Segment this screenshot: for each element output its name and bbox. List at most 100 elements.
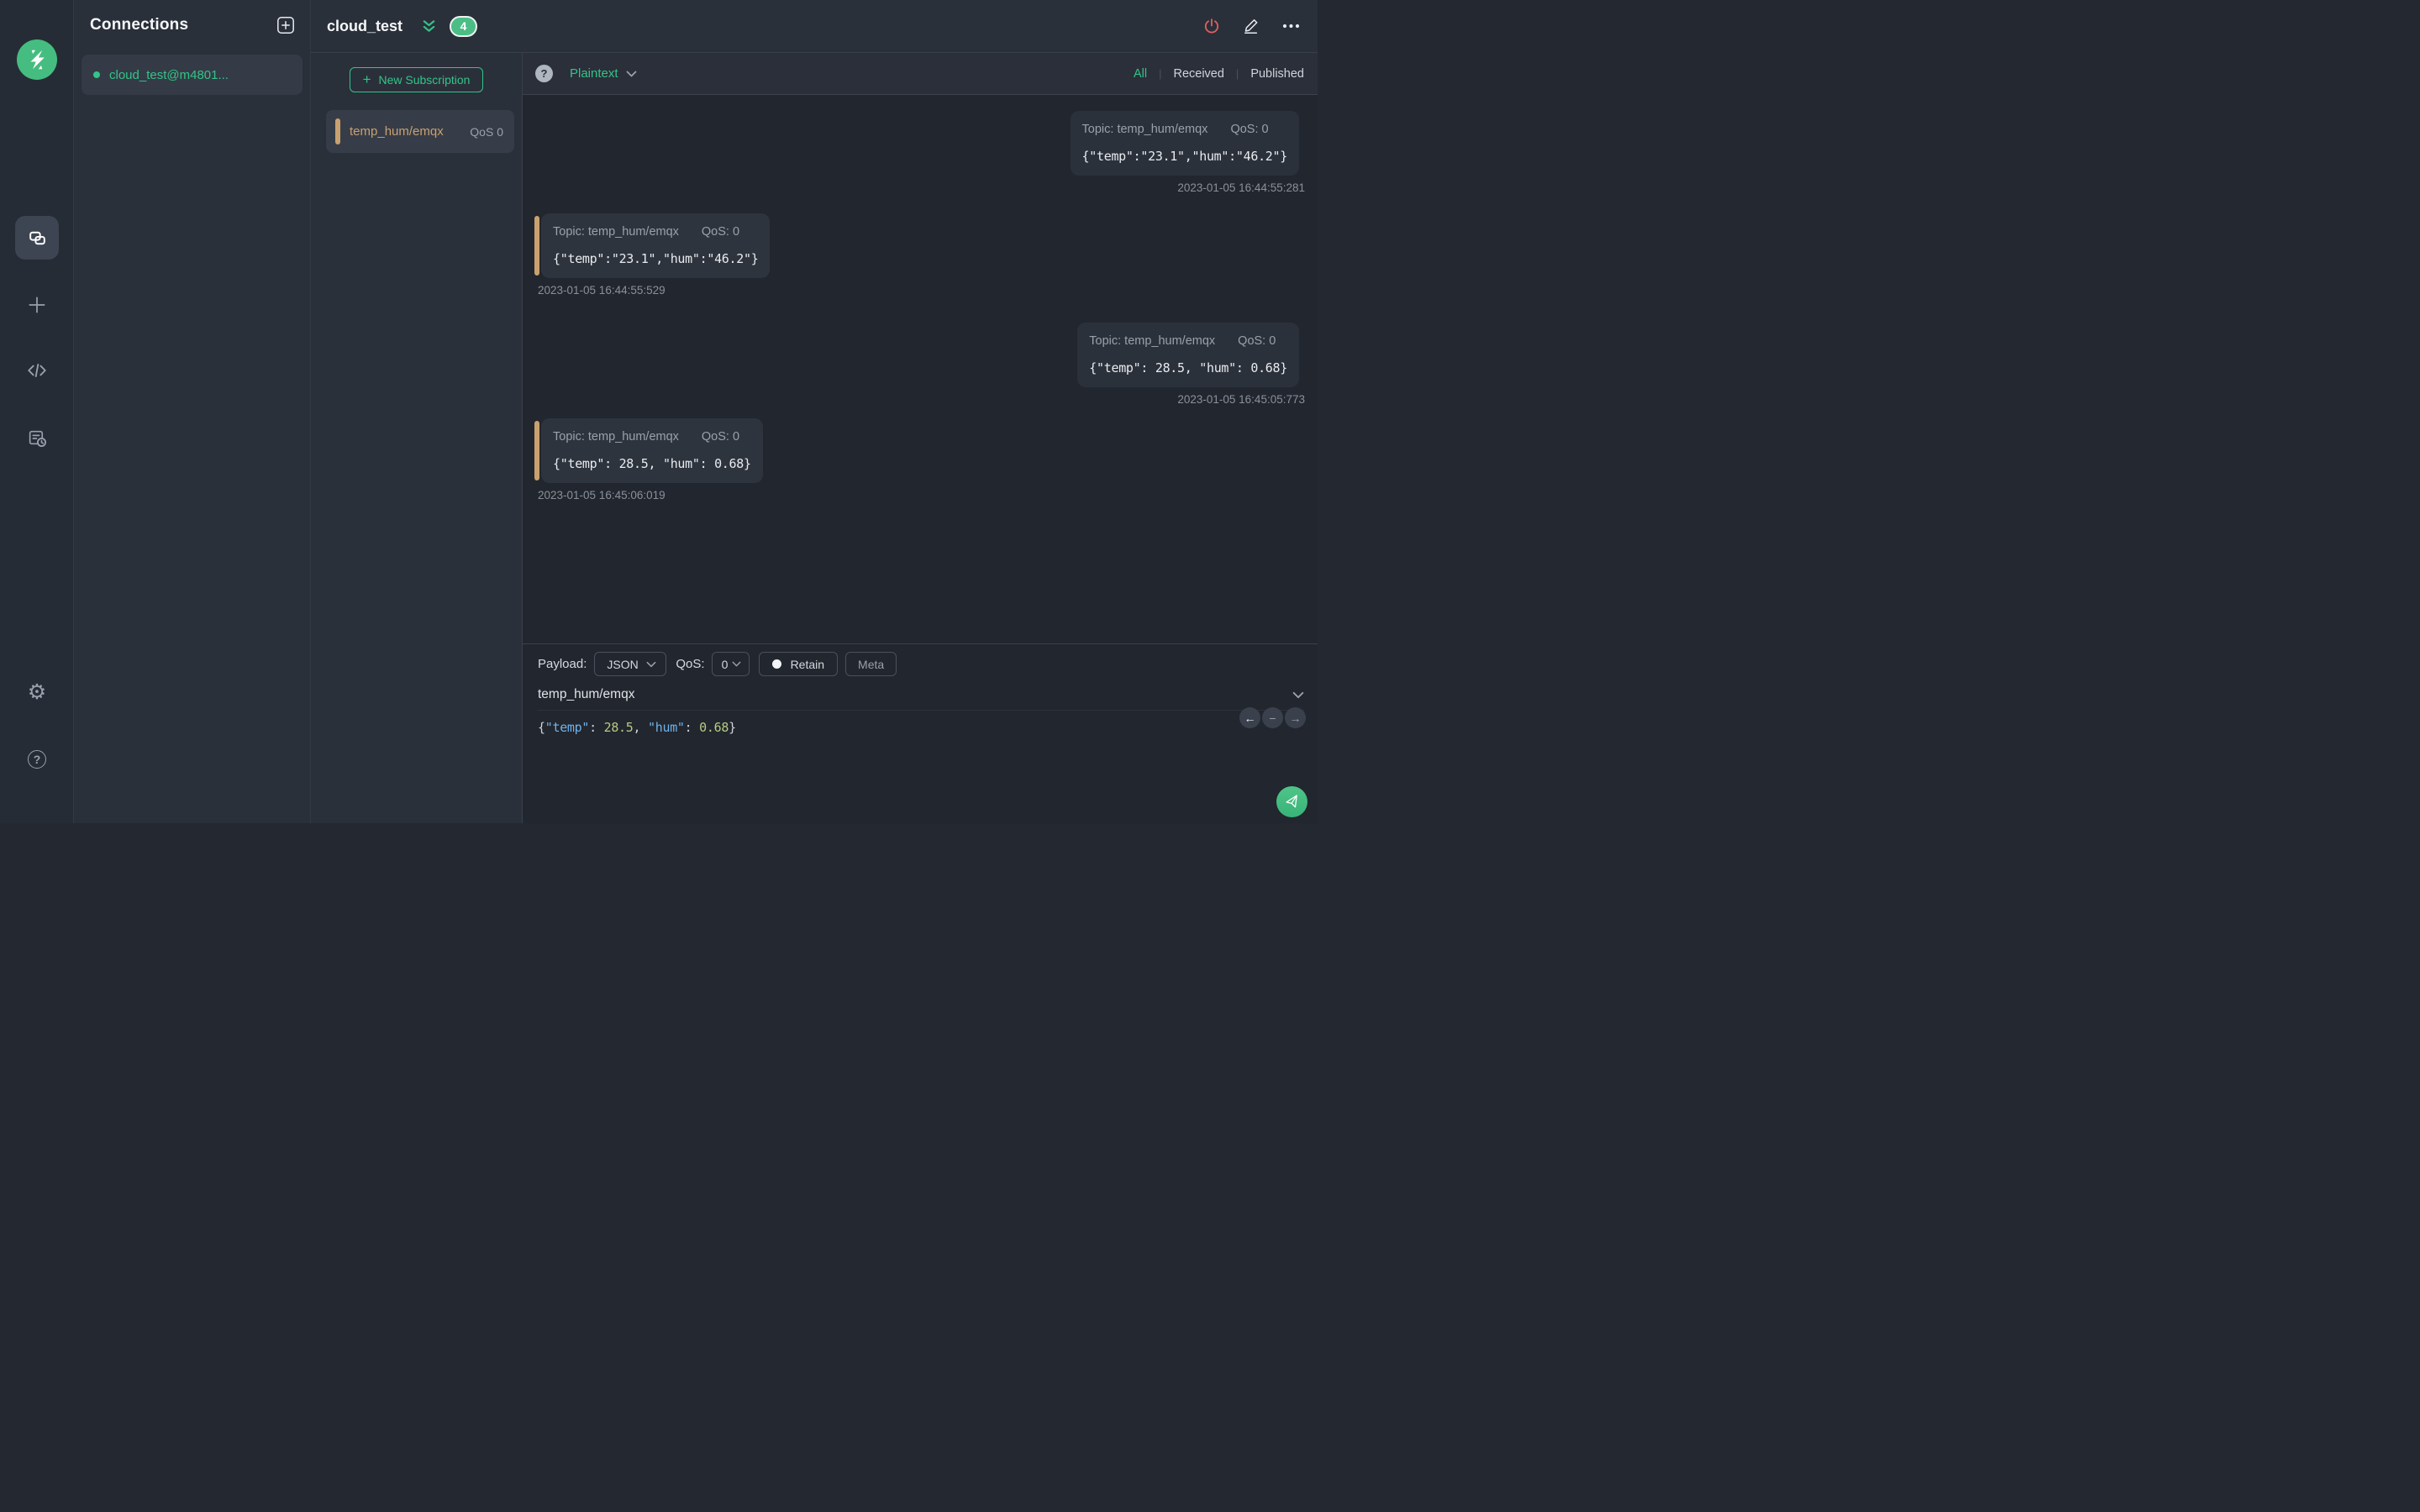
message-format-select[interactable]: Plaintext	[570, 66, 637, 81]
subscriptions-panel: + New Subscription temp_hum/emqx QoS 0	[311, 53, 523, 823]
gear-icon: ⚙	[27, 680, 47, 704]
messages-toolbar: ? Plaintext All | Received | Published	[523, 53, 1318, 95]
payload-format-value: JSON	[607, 657, 639, 671]
meta-label: Meta	[858, 657, 885, 671]
message-card[interactable]: Topic: temp_hum/emqx QoS: 0 {"temp":"23.…	[541, 213, 771, 278]
message-qos: QoS: 0	[1230, 123, 1269, 136]
message-timestamp: 2023-01-05 16:45:06:019	[538, 489, 666, 501]
sidebar-item-settings[interactable]: ⚙	[15, 670, 59, 714]
connection-status-dot	[93, 71, 100, 78]
message-card[interactable]: Topic: temp_hum/emqx QoS: 0 {"temp": 28.…	[1077, 323, 1299, 387]
publish-topic-row: temp_hum/emqx	[538, 687, 1304, 711]
message-topic: Topic: temp_hum/emqx	[1089, 334, 1216, 348]
message-history-nav: ← − →	[1239, 707, 1306, 728]
json-token: 0.68	[699, 720, 729, 735]
message-count-badge: 4	[450, 15, 478, 37]
json-token: }	[729, 720, 736, 735]
subscription-color-bar	[534, 421, 539, 480]
history-clear-button[interactable]: −	[1262, 707, 1283, 728]
message-qos: QoS: 0	[1238, 334, 1276, 348]
filter-received[interactable]: Received	[1173, 67, 1223, 81]
message-payload: {"temp": 28.5, "hum": 0.68}	[553, 456, 751, 471]
sidebar-item-help[interactable]: ?	[15, 738, 59, 781]
double-chevron-down-icon	[423, 19, 435, 32]
message-group-received: Topic: temp_hum/emqx QoS: 0 {"temp":"23.…	[534, 213, 771, 297]
message-group-published: Topic: temp_hum/emqx QoS: 0 {"temp": 28.…	[1077, 323, 1305, 406]
json-token: :	[589, 720, 604, 735]
message-topic: Topic: temp_hum/emqx	[553, 225, 679, 239]
connection-header-bar: cloud_test 4	[311, 0, 1318, 53]
add-connection-button[interactable]	[276, 16, 295, 34]
message-topic: Topic: temp_hum/emqx	[553, 430, 679, 444]
send-button[interactable]	[1276, 786, 1307, 817]
message-card[interactable]: Topic: temp_hum/emqx QoS: 0 {"temp":"23.…	[1070, 111, 1299, 176]
publish-panel: Payload: JSON QoS: 0 Retain Meta temp_hu…	[523, 643, 1318, 823]
payload-format-label: Payload:	[538, 657, 587, 671]
connection-title: cloud_test	[327, 17, 403, 34]
filter-published[interactable]: Published	[1250, 67, 1304, 81]
sidebar-item-connections[interactable]	[15, 216, 59, 260]
edit-connection-button[interactable]	[1243, 18, 1260, 34]
publish-controls: Payload: JSON QoS: 0 Retain Meta	[538, 652, 1305, 676]
connection-name: cloud_test@m4801...	[109, 67, 229, 82]
history-prev-button[interactable]: ←	[1239, 707, 1260, 728]
message-topic: Topic: temp_hum/emqx	[1081, 123, 1208, 136]
more-options-button[interactable]	[1282, 24, 1300, 29]
filter-all[interactable]: All	[1134, 67, 1147, 81]
collapse-editor-button[interactable]	[1292, 691, 1304, 699]
subscription-list-item[interactable]: temp_hum/emqx QoS 0	[326, 110, 514, 153]
subscription-color-bar	[335, 118, 340, 144]
connection-list-item[interactable]: cloud_test@m4801...	[82, 55, 302, 95]
subscription-qos: QoS 0	[470, 124, 503, 139]
new-subscription-label: New Subscription	[378, 73, 471, 87]
publish-payload-editor[interactable]: {"temp": 28.5, "hum": 0.68}	[538, 719, 1305, 736]
app-sidebar: ⚙ ?	[0, 0, 74, 823]
json-token: "temp"	[544, 720, 590, 735]
message-group-published: Topic: temp_hum/emqx QoS: 0 {"temp":"23.…	[1070, 111, 1305, 194]
message-qos: QoS: 0	[701, 430, 740, 444]
messages-panel: ? Plaintext All | Received | Published T…	[523, 53, 1318, 823]
message-qos: QoS: 0	[701, 225, 740, 239]
retain-label: Retain	[790, 657, 825, 671]
json-token: ,	[633, 720, 648, 735]
sidebar-item-new-connection[interactable]	[15, 283, 59, 327]
json-token: {	[538, 720, 545, 735]
message-card[interactable]: Topic: temp_hum/emqx QoS: 0 {"temp": 28.…	[541, 418, 763, 483]
new-subscription-button[interactable]: + New Subscription	[350, 67, 483, 92]
message-payload: {"temp": 28.5, "hum": 0.68}	[1089, 360, 1287, 375]
filter-separator: |	[1159, 67, 1162, 80]
message-format-value: Plaintext	[570, 66, 618, 81]
chevron-down-icon	[626, 71, 636, 76]
history-next-button[interactable]: →	[1285, 707, 1306, 728]
disconnect-button[interactable]	[1203, 18, 1220, 34]
collapse-panel-button[interactable]	[421, 19, 437, 34]
log-icon	[29, 430, 46, 447]
json-token: "hum"	[648, 720, 685, 735]
retain-toggle[interactable]: Retain	[758, 652, 839, 676]
message-list: Topic: temp_hum/emqx QoS: 0 {"temp":"23.…	[523, 95, 1318, 643]
plus-icon: +	[362, 71, 371, 87]
message-filters: All | Received | Published	[1134, 67, 1304, 81]
message-group-received: Topic: temp_hum/emqx QoS: 0 {"temp": 28.…	[534, 418, 763, 501]
sidebar-item-log[interactable]	[15, 416, 59, 459]
send-paper-plane-icon	[1285, 794, 1297, 807]
filter-separator: |	[1235, 67, 1239, 80]
payload-format-select[interactable]: JSON	[594, 652, 667, 676]
publish-topic-input[interactable]: temp_hum/emqx	[538, 687, 634, 702]
connections-icon	[29, 231, 45, 244]
code-icon	[28, 364, 46, 377]
chevron-down-icon	[646, 661, 656, 667]
subscription-topic: temp_hum/emqx	[350, 124, 444, 139]
chevron-down-icon	[732, 661, 741, 667]
meta-button[interactable]: Meta	[845, 652, 897, 676]
payload-help-icon[interactable]: ?	[535, 65, 553, 82]
message-timestamp: 2023-01-05 16:44:55:529	[538, 284, 666, 297]
chevron-down-icon	[1292, 691, 1304, 698]
sidebar-item-script[interactable]	[15, 349, 59, 392]
message-payload: {"temp":"23.1","hum":"46.2"}	[553, 251, 759, 266]
plus-icon	[29, 297, 45, 313]
subscription-color-bar	[534, 216, 539, 276]
mqttx-logo-bolt-icon	[30, 50, 45, 70]
plus-square-icon	[277, 17, 294, 34]
qos-select[interactable]: 0	[711, 652, 750, 676]
